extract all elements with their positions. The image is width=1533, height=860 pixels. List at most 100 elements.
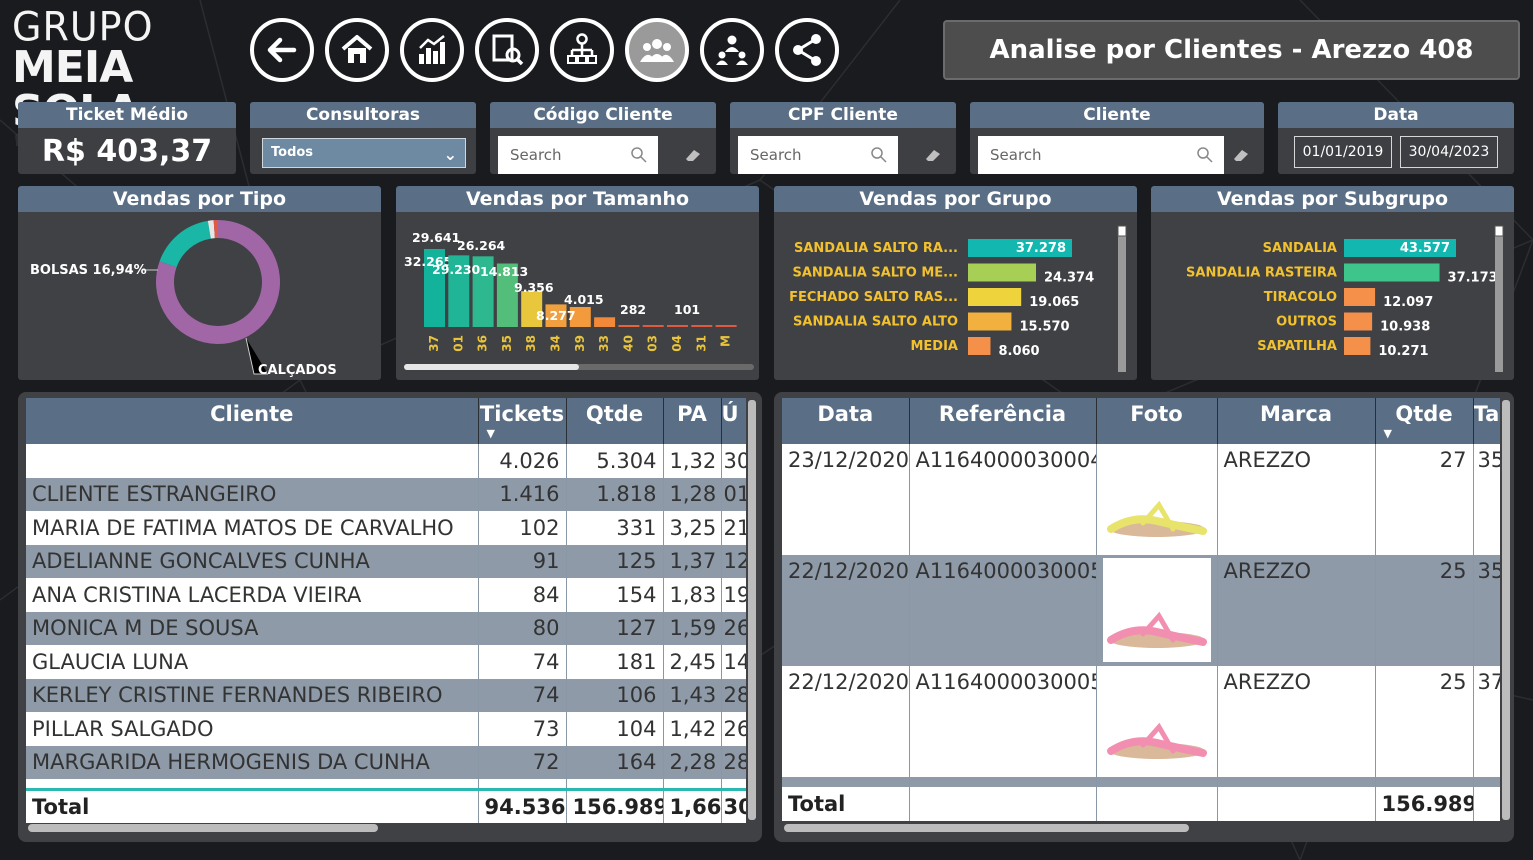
bar-tamanho[interactable] [691, 325, 713, 327]
table-spacer [782, 777, 1500, 787]
clients-table: Cliente Tickets ▼ Qtde PA Ú 4.026 5.304 1,3… [26, 398, 746, 823]
cell-data: 22/12/2020 [782, 555, 910, 666]
col-header-label: Data [817, 402, 874, 426]
eraser-icon[interactable] [684, 148, 702, 162]
table-row[interactable]: ANA CRISTINA LACERDA VIEIRA841541,8319 [26, 578, 746, 612]
home-icon[interactable] [325, 18, 389, 82]
bar-tamanho[interactable] [715, 325, 737, 327]
date-from-input[interactable]: 01/01/2019 [1294, 136, 1392, 168]
consultoras-card: Consultoras Todos ⌄ [250, 102, 476, 174]
data-label: 4.015 [564, 292, 604, 307]
col-header-pa[interactable]: PA [663, 398, 722, 444]
table-row[interactable]: 4.0265.3041,3230 [26, 444, 746, 478]
col-header-tickets[interactable]: Tickets ▼ [478, 398, 567, 444]
bar-tamanho[interactable] [667, 325, 688, 327]
spacer-cell [566, 779, 664, 789]
chart-scrollbar[interactable] [1495, 226, 1503, 372]
share-icon[interactable] [775, 18, 839, 82]
col-header-marca[interactable]: Marca [1217, 398, 1376, 444]
tick-label: 39 [573, 335, 587, 352]
table-row[interactable]: KERLEY CRISTINE FERNANDES RIBEIRO 74 106 1,… [26, 678, 746, 712]
eraser-icon[interactable] [1232, 148, 1250, 162]
table-row[interactable]: ADELIANNE GONCALVES CUNHA911251,3712 [26, 544, 746, 578]
chart-scrollbar[interactable] [1118, 226, 1126, 372]
table-row[interactable]: MARGARIDA HERMOGENIS DA CUNHA721642,2828 [26, 745, 746, 779]
search-icon [871, 147, 887, 163]
bar-tamanho[interactable] [642, 325, 664, 327]
clients-vertical-scrollbar[interactable] [748, 400, 756, 820]
chart-scrollbar-thumb[interactable] [1494, 225, 1504, 237]
report-search-icon[interactable] [475, 18, 539, 82]
clients-icon[interactable] [625, 18, 689, 82]
products-horizontal-scrollbar[interactable] [784, 824, 1189, 832]
hierarchy-icon[interactable] [550, 18, 614, 82]
back-icon[interactable] [250, 18, 314, 82]
table-row[interactable]: MONICA M DE SOUSA801271,5926 [26, 611, 746, 645]
eraser-icon[interactable] [924, 148, 942, 162]
cell-pa: 1,37 [663, 544, 722, 578]
bar-subgrupo[interactable] [1344, 263, 1440, 282]
chart-scrollbar-thumb[interactable] [1117, 225, 1127, 237]
col-header-ultima[interactable]: Ú [721, 398, 746, 444]
spacer-cell [721, 779, 746, 789]
clients-horizontal-scrollbar[interactable] [28, 824, 378, 832]
tick-label: 34 [549, 335, 563, 352]
spacer-cell [1217, 777, 1376, 787]
cell-cliente: MONICA M DE SOUSA [26, 611, 479, 645]
sandal-icon [1106, 500, 1207, 537]
cell-tamanho: 37 [1473, 666, 1500, 777]
table-row[interactable]: 23/12/2020A1164000030004 AREZZO2735 [782, 444, 1500, 555]
chart-scrollbar-thumb[interactable] [404, 364, 579, 370]
col-header-label: Marca [1259, 402, 1333, 426]
cell-qtde: 164 [566, 745, 664, 779]
cell-pa: 1,32 [663, 444, 722, 478]
product-photo[interactable] [1102, 447, 1211, 551]
bar-tamanho[interactable] [594, 317, 616, 327]
table-row[interactable]: CLIENTE ESTRANGEIRO1.4161.8181,2801 [26, 477, 746, 511]
table-row[interactable]: GLAUCIA LUNA741812,4514 [26, 645, 746, 679]
cliente-search[interactable]: Search [978, 136, 1224, 174]
data-filter-card: Data 01/01/2019 30/04/2023 [1278, 102, 1514, 174]
team-icon[interactable] [700, 18, 764, 82]
cell-qtde: 5.304 [566, 444, 664, 478]
table-row[interactable]: 22/12/2020A1164000030005 AREZZO2535 [782, 555, 1500, 666]
col-header-foto[interactable]: Foto [1096, 398, 1218, 444]
cliente-search-placeholder: Search [990, 146, 1042, 164]
vendas-por-subgrupo-chart: SANDALIA 43.577 SANDALIA RASTEIRA 37.173 TIR… [1186, 225, 1504, 372]
table-row[interactable]: PILLAR SALGADO731041,4226 [26, 712, 746, 746]
codigo-cliente-search[interactable]: Search [498, 136, 658, 174]
col-header-qtde[interactable]: Qtde ▼ [1375, 398, 1474, 444]
bar-tamanho[interactable] [618, 325, 640, 327]
product-photo[interactable] [1102, 669, 1211, 773]
total-cell [1096, 787, 1218, 821]
product-photo[interactable] [1102, 558, 1211, 662]
table-row[interactable]: MARIA DE FATIMA MATOS DE CARVALHO 102 331 3… [26, 511, 746, 545]
col-header-referencia[interactable]: Referência [909, 398, 1097, 444]
chart-icon[interactable] [400, 18, 464, 82]
bar-grupo[interactable] [968, 263, 1036, 282]
col-header-tamanho[interactable]: Ta [1473, 398, 1500, 444]
bar-grupo[interactable] [968, 337, 991, 355]
bar-grupo[interactable] [968, 288, 1022, 306]
spacer-cell [1375, 777, 1474, 787]
bar-subgrupo[interactable] [1344, 312, 1373, 331]
table-row[interactable]: 22/12/2020A1164000030005 AREZZO2537 [782, 666, 1500, 777]
bar-grupo[interactable] [968, 312, 1012, 331]
col-header-qtde[interactable]: Qtde [566, 398, 664, 444]
cell-ultima: 12 [721, 544, 746, 578]
col-header-cliente[interactable]: Cliente [26, 398, 479, 444]
total-cell: 30 [721, 787, 746, 823]
consultoras-dropdown[interactable]: Todos ⌄ [262, 138, 466, 168]
col-header-label: Referência [938, 402, 1067, 426]
category-label: SAPATILHA [1257, 339, 1337, 354]
pie-slice[interactable] [159, 220, 211, 268]
data-label: 37.278 [1016, 241, 1066, 256]
cpf-cliente-search[interactable]: Search [738, 136, 898, 174]
category-label: SANDALIA SALTO ALTO [793, 315, 958, 330]
cell-cliente: ADELIANNE GONCALVES CUNHA [26, 544, 479, 578]
bar-subgrupo[interactable] [1344, 337, 1371, 355]
date-to-input[interactable]: 30/04/2023 [1400, 136, 1498, 168]
bar-subgrupo[interactable] [1344, 288, 1376, 306]
products-vertical-scrollbar[interactable] [1502, 400, 1510, 820]
col-header-data[interactable]: Data [782, 398, 910, 444]
